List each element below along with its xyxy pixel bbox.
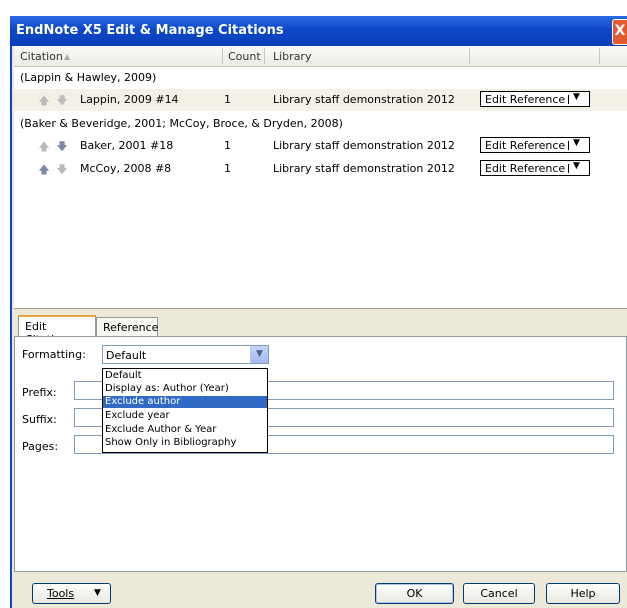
reference-library: Library staff demonstration 2012 — [273, 93, 455, 106]
cancel-label: Cancel — [480, 587, 518, 600]
edit-reference-button[interactable]: Edit Reference ▼ — [480, 137, 590, 153]
dropdown-arrow-icon: ▼ — [573, 161, 580, 171]
reference-library: Library staff demonstration 2012 — [273, 162, 455, 175]
column-header: Citation ▲ Count Library — [14, 46, 627, 67]
citation-list: Citation ▲ Count Library (Lappin & Hawle… — [14, 46, 627, 309]
dropdown-arrow-icon: ▼ — [573, 138, 580, 148]
separator — [568, 95, 569, 104]
option-exclude-author-year[interactable]: Exclude Author & Year — [103, 424, 267, 436]
edit-reference-label: Edit Reference — [485, 162, 566, 175]
tab-label: Reference — [103, 321, 159, 334]
ok-button[interactable]: OK — [375, 583, 454, 604]
citation-group[interactable]: (Baker & Beveridge, 2001; McCoy, Broce, … — [16, 113, 627, 135]
reference-row[interactable]: 🡅 🡇 McCoy, 2008 #8 1 Library staff demon… — [14, 158, 627, 180]
move-up-icon[interactable]: 🡅 — [38, 94, 50, 107]
citation-group-label: (Baker & Beveridge, 2001; McCoy, Broce, … — [20, 117, 343, 130]
column-separator[interactable] — [599, 48, 600, 64]
tools-label: Tools — [47, 587, 75, 600]
move-up-icon[interactable]: 🡅 — [38, 140, 50, 153]
reference-count: 1 — [224, 162, 231, 175]
option-exclude-year[interactable]: Exclude year — [103, 410, 267, 422]
citation-group[interactable]: (Lappin & Hawley, 2009) — [16, 67, 627, 89]
reference-library: Library staff demonstration 2012 — [273, 139, 455, 152]
help-label: Help — [570, 587, 596, 600]
close-icon: X — [614, 23, 626, 39]
move-down-icon[interactable]: 🡇 — [56, 140, 68, 153]
column-library[interactable]: Library — [273, 50, 311, 63]
tab-edit-citation[interactable]: Edit Citation — [18, 315, 96, 346]
move-up-icon[interactable]: 🡅 — [38, 163, 50, 176]
ok-label: OK — [406, 587, 423, 600]
formatting-value: Default — [106, 349, 147, 362]
column-separator[interactable] — [222, 48, 223, 64]
tab-reference[interactable]: Reference — [96, 317, 158, 337]
chevron-down-icon[interactable]: ▼ — [250, 346, 268, 363]
edit-reference-label: Edit Reference — [485, 139, 566, 152]
prefix-label: Prefix: — [22, 386, 57, 399]
reference-count: 1 — [224, 93, 231, 106]
separator — [568, 164, 569, 173]
option-show-only-in-bibliography[interactable]: Show Only in Bibliography — [103, 437, 267, 449]
reference-count: 1 — [224, 139, 231, 152]
close-button[interactable]: X — [612, 19, 627, 45]
reference-row[interactable]: 🡅 🡇 Lappin, 2009 #14 1 Library staff dem… — [14, 89, 627, 111]
option-display-as-author-year[interactable]: Display as: Author (Year) — [103, 383, 267, 395]
reference-citation: McCoy, 2008 #8 — [80, 162, 172, 175]
move-down-icon[interactable]: 🡇 — [56, 163, 68, 176]
window-title: EndNote X5 Edit & Manage Citations — [16, 23, 284, 38]
suffix-label: Suffix: — [22, 413, 57, 426]
column-count[interactable]: Count — [228, 50, 261, 63]
reference-citation: Baker, 2001 #18 — [80, 139, 174, 152]
edit-reference-label: Edit Reference — [485, 93, 566, 106]
column-separator[interactable] — [264, 48, 265, 64]
reference-citation: Lappin, 2009 #14 — [80, 93, 179, 106]
help-button[interactable]: Help — [546, 583, 620, 604]
sort-ascending-icon: ▲ — [64, 52, 71, 61]
option-default[interactable]: Default — [103, 370, 267, 382]
edit-reference-button[interactable]: Edit Reference ▼ — [480, 91, 590, 107]
column-citation[interactable]: Citation — [20, 50, 63, 63]
edit-reference-button[interactable]: Edit Reference ▼ — [480, 160, 590, 176]
pages-label: Pages: — [22, 440, 59, 453]
formatting-label: Formatting: — [22, 348, 86, 361]
column-separator[interactable] — [469, 48, 470, 64]
formatting-dropdown-list[interactable]: Default Display as: Author (Year) Exclud… — [102, 368, 268, 453]
title-bar: EndNote X5 Edit & Manage Citations X — [10, 16, 627, 46]
dropdown-arrow-icon: ▼ — [573, 92, 580, 102]
dropdown-arrow-icon: ▼ — [94, 588, 101, 598]
tools-button[interactable]: Tools ▼ — [32, 583, 111, 604]
option-exclude-author[interactable]: Exclude author — [103, 396, 267, 408]
reference-row[interactable]: 🡅 🡇 Baker, 2001 #18 1 Library staff demo… — [14, 135, 627, 157]
move-down-icon[interactable]: 🡇 — [56, 94, 68, 107]
separator — [568, 141, 569, 150]
citation-group-label: (Lappin & Hawley, 2009) — [20, 71, 157, 84]
cancel-button[interactable]: Cancel — [463, 583, 535, 604]
formatting-select[interactable]: Default ▼ — [102, 345, 269, 364]
